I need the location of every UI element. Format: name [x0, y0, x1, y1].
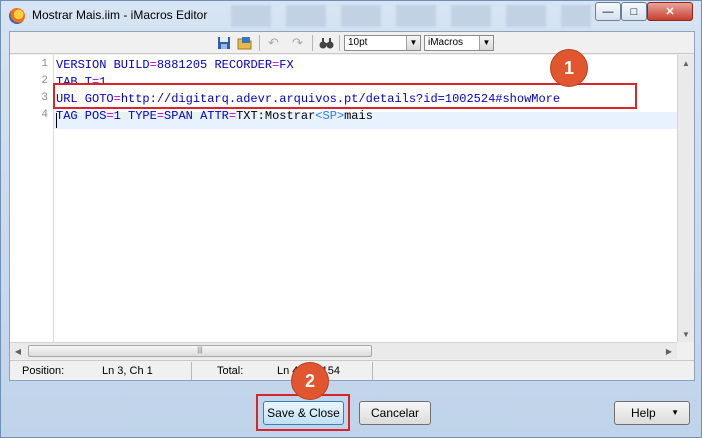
highlight-box-url-line: [53, 83, 637, 109]
syntax-select[interactable]: iMacros ▼: [424, 35, 494, 51]
total-label: Total:: [217, 365, 244, 377]
code-token: <SP>: [315, 109, 345, 123]
help-button[interactable]: Help ▼: [614, 401, 690, 425]
save-icon[interactable]: [215, 35, 232, 51]
position-label: Position:: [22, 365, 65, 377]
line-number: 4: [41, 109, 48, 121]
code-token: RECORDER: [214, 58, 273, 72]
code-token: =: [149, 58, 157, 72]
firefox-icon: [9, 8, 25, 24]
font-size-value: 10pt: [348, 37, 368, 48]
toolbar-separator: [312, 35, 313, 51]
code-token: TXT:Mostrar: [236, 109, 316, 123]
code-token: mais: [344, 109, 373, 123]
line-number-gutter: 1 2 3 4: [10, 55, 54, 342]
text-caret: [56, 113, 57, 128]
scroll-up-arrow-icon[interactable]: ▲: [678, 55, 694, 71]
toolbar: ↶ ↷ 10pt ▼ iMacros ▼: [10, 32, 694, 54]
font-size-select[interactable]: 10pt ▼: [344, 35, 421, 51]
find-icon[interactable]: [318, 35, 335, 51]
scroll-right-arrow-icon[interactable]: ▶: [661, 343, 677, 359]
minimize-button[interactable]: —: [595, 2, 621, 21]
toolbar-separator: [259, 35, 260, 51]
code-token: =: [106, 109, 114, 123]
code-token: TYPE: [128, 109, 157, 123]
step-marker-2: 2: [291, 362, 329, 400]
close-button[interactable]: ✕: [647, 2, 693, 21]
redo-icon[interactable]: ↷: [289, 35, 306, 51]
line-number: 1: [41, 58, 48, 70]
syntax-value: iMacros: [428, 37, 464, 48]
code-token: FX: [279, 58, 294, 72]
code-line[interactable]: TAG POS=1 TYPE=SPAN ATTR=TXT:Mostrar<SP>…: [56, 108, 373, 125]
vertical-scrollbar[interactable]: ▲ ▼: [677, 55, 694, 342]
scroll-down-arrow-icon[interactable]: ▼: [678, 326, 694, 342]
horizontal-scrollbar[interactable]: ◀ ||| ▶: [10, 342, 677, 359]
code-token: ATTR: [200, 109, 229, 123]
window-title: Mostrar Mais.iim - iMacros Editor: [32, 8, 208, 22]
chevron-down-icon: ▼: [671, 408, 679, 417]
scroll-left-arrow-icon[interactable]: ◀: [10, 343, 26, 359]
imacros-editor-window: Mostrar Mais.iim - iMacros Editor — □ ✕ …: [0, 0, 702, 438]
maximize-button[interactable]: □: [621, 2, 647, 21]
code-token: 8881205: [156, 58, 215, 72]
undo-icon[interactable]: ↶: [265, 35, 282, 51]
step-marker-1: 1: [550, 49, 588, 87]
help-button-label: Help: [631, 406, 656, 420]
code-token: 1: [113, 109, 129, 123]
line-number: 3: [41, 92, 48, 104]
title-bar[interactable]: Mostrar Mais.iim - iMacros Editor — □ ✕: [1, 1, 701, 31]
line-number: 2: [41, 75, 48, 87]
code-token: TAG POS: [56, 109, 107, 123]
code-token: VERSION BUILD: [56, 58, 150, 72]
status-separator: [191, 362, 192, 380]
code-token: SPAN: [164, 109, 201, 123]
status-bar: Position: Ln 3, Ch 1 Total: Ln 4, Ch 154: [10, 360, 694, 380]
scrollbar-thumb[interactable]: |||: [28, 345, 372, 357]
code-token: =: [228, 109, 237, 123]
chevron-down-icon: ▼: [479, 36, 493, 50]
toolbar-separator: [339, 35, 340, 51]
chevron-down-icon: ▼: [406, 36, 420, 50]
position-value: Ln 3, Ch 1: [102, 365, 153, 377]
open-icon[interactable]: [236, 35, 253, 51]
code-line[interactable]: VERSION BUILD=8881205 RECORDER=FX: [56, 57, 294, 74]
background-window-blur: [231, 5, 591, 27]
highlight-box-save-button: [256, 394, 350, 431]
status-separator: [372, 362, 373, 380]
code-token: =: [156, 109, 165, 123]
cancel-button[interactable]: Cancelar: [359, 401, 431, 425]
